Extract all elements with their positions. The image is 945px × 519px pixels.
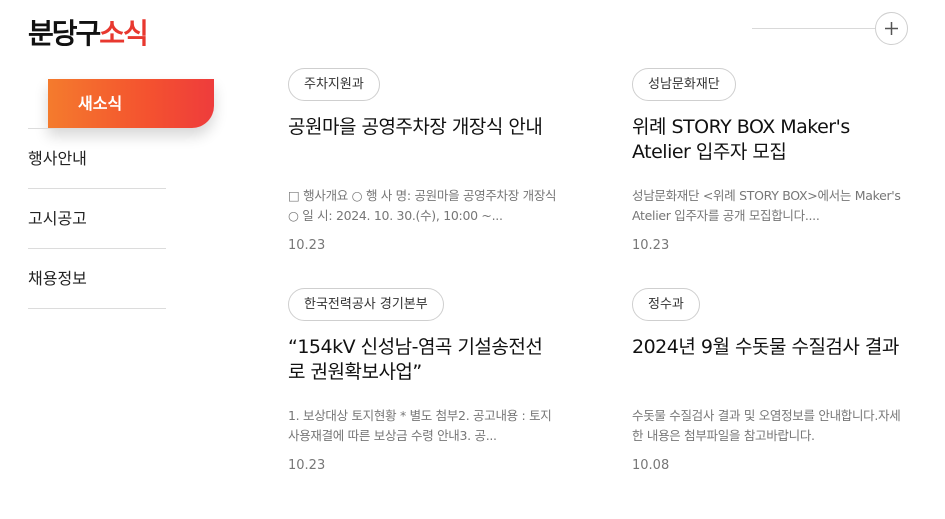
department-tag[interactable]: 정수과 bbox=[632, 288, 700, 321]
news-summary: □ 행사개요 ○ 행 사 명: 공원마을 공영주차장 개장식 ○ 일 시: 20… bbox=[288, 188, 557, 223]
sidebar-item-label: 새소식 bbox=[78, 94, 123, 113]
page-title-part2: 소식 bbox=[99, 17, 149, 50]
sidebar-item-label: 행사안내 bbox=[28, 149, 87, 168]
more-button[interactable] bbox=[875, 12, 908, 45]
news-summary: 수돗물 수질검사 결과 및 오염정보를 안내합니다.자세한 내용은 첨부파일을 … bbox=[632, 408, 901, 443]
news-summary: 성남문화재단 <위례 STORY BOX>에서는 Maker's Atelier… bbox=[632, 188, 901, 223]
news-date: 10.23 bbox=[632, 238, 670, 253]
page-title-part1: 분당구 bbox=[28, 17, 101, 50]
news-summary: 1. 보상대상 토지현황 * 별도 첨부2. 공고내용 : 토지사용재결에 따른… bbox=[288, 408, 552, 443]
sidebar-item-notices[interactable]: 고시공고 bbox=[28, 189, 166, 249]
news-title[interactable]: 공원마을 공영주차장 개장식 안내 bbox=[288, 115, 558, 165]
sidebar-item-jobs[interactable]: 채용정보 bbox=[28, 249, 166, 309]
news-card[interactable]: 주차지원과 공원마을 공영주차장 개장식 안내 □ 행사개요 ○ 행 사 명: … bbox=[288, 68, 558, 253]
news-date: 10.23 bbox=[288, 458, 326, 473]
sidebar-item-events[interactable]: 행사안내 bbox=[28, 129, 166, 189]
plus-icon bbox=[885, 22, 898, 35]
department-tag[interactable]: 주차지원과 bbox=[288, 68, 380, 101]
news-card[interactable]: 한국전력공사 경기본부 “154kV 신성남-염곡 기설송전선로 권원확보사업”… bbox=[288, 288, 558, 473]
news-title[interactable]: 2024년 9월 수돗물 수질검사 결과 bbox=[632, 335, 902, 385]
sidebar-item-news[interactable]: 새소식 bbox=[48, 79, 214, 128]
news-card[interactable]: 정수과 2024년 9월 수돗물 수질검사 결과 수돗물 수질검사 결과 및 오… bbox=[632, 288, 902, 473]
news-title[interactable]: “154kV 신성남-염곡 기설송전선로 권원확보사업” bbox=[288, 335, 558, 385]
sidebar-item-label: 고시공고 bbox=[28, 209, 87, 228]
header-divider bbox=[752, 28, 876, 29]
news-date: 10.23 bbox=[288, 238, 326, 253]
department-tag[interactable]: 성남문화재단 bbox=[632, 68, 736, 101]
news-title[interactable]: 위례 STORY BOX Maker's Atelier 입주자 모집 bbox=[632, 115, 902, 165]
sidebar-item-label: 채용정보 bbox=[28, 269, 87, 288]
department-tag[interactable]: 한국전력공사 경기본부 bbox=[288, 288, 444, 321]
news-date: 10.08 bbox=[632, 458, 670, 473]
news-card[interactable]: 성남문화재단 위례 STORY BOX Maker's Atelier 입주자 … bbox=[632, 68, 902, 253]
page-title: 분당구소식 bbox=[28, 12, 149, 52]
